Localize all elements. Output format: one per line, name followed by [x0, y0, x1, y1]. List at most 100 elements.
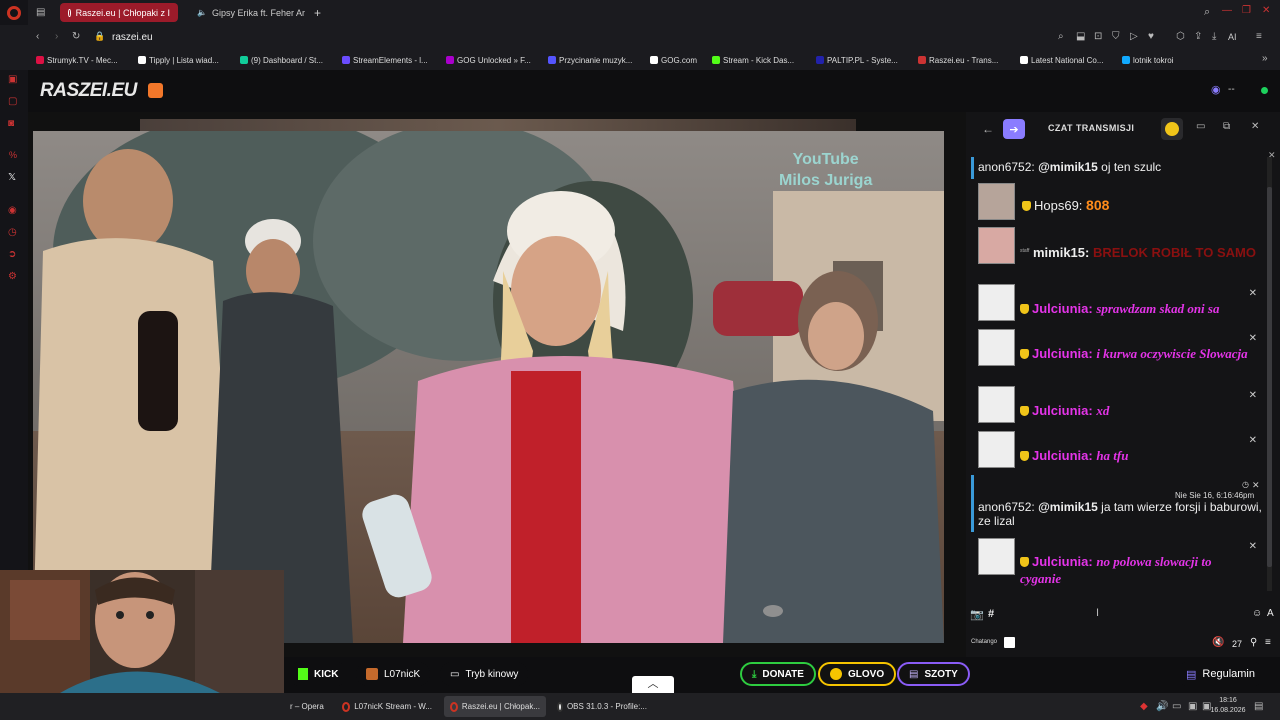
opera-logo-icon[interactable]	[7, 6, 21, 20]
chat-username[interactable]: Julciunia:	[1032, 301, 1093, 316]
bookmark-item[interactable]: Latest National Co...	[1020, 53, 1103, 67]
chat-username[interactable]: Julciunia:	[1032, 448, 1093, 463]
chat-input[interactable]: I	[1000, 600, 1250, 628]
discord-icon[interactable]: ▭	[1196, 121, 1205, 132]
bookmark-item[interactable]: Stream - Kick Das...	[712, 53, 794, 67]
bookmark-item[interactable]: (9) Dashboard / St...	[240, 53, 323, 67]
camera-icon[interactable]: 📷	[970, 608, 984, 621]
volume-icon[interactable]: 🔊	[1156, 701, 1168, 712]
snapshot-icon[interactable]: ⬓	[1076, 31, 1085, 42]
bookmark-item[interactable]: GOG Unlocked » F...	[446, 53, 531, 67]
cinema-mode-button[interactable]: ▭ Tryb kinowy	[440, 662, 529, 686]
coin-button[interactable]	[1161, 118, 1183, 140]
maximize-icon[interactable]: ❐	[1242, 5, 1251, 16]
bookmark-item[interactable]: PALTIP.PL - Syste...	[816, 53, 898, 67]
chat-forward-button[interactable]: ➔	[1003, 119, 1025, 139]
download-icon[interactable]: ⤓	[1212, 31, 1216, 42]
sidebar-percent-icon[interactable]: %	[9, 150, 17, 160]
shop-icon[interactable]	[148, 83, 163, 98]
tab-raszei[interactable]: Raszei.eu | Chłopaki z I	[60, 3, 178, 22]
zoom-icon[interactable]: ⌕	[1058, 31, 1064, 42]
delete-message-icon[interactable]: ✕	[1249, 288, 1257, 299]
chat-username[interactable]: Julciunia:	[1032, 554, 1093, 569]
sidebar-flow-icon[interactable]: ➲	[8, 249, 16, 260]
easy-setup-icon[interactable]: ⇪	[1194, 31, 1202, 42]
glovo-button[interactable]: GLOVO	[818, 662, 897, 686]
taskbar-item-raszei[interactable]: Raszei.eu | Chłopak...	[444, 696, 546, 717]
sidebar-x-icon[interactable]: 𝕏	[8, 172, 16, 183]
chat-back-icon[interactable]: ←	[982, 122, 994, 136]
popout-icon[interactable]: ⧉	[1223, 121, 1230, 132]
taskbar-item-kick-stream[interactable]: L07nicK Stream - W...	[336, 696, 438, 717]
extensions-icon[interactable]: ⬡	[1176, 31, 1185, 42]
bookmark-item[interactable]: Tipply | Lista wiad...	[138, 53, 219, 67]
taskbar-item-obs[interactable]: OBS 31.0.3 - Profile:...	[551, 696, 653, 717]
forward-icon[interactable]: ›	[55, 31, 58, 42]
chat-username[interactable]: Julciunia:	[1032, 346, 1093, 361]
emoji-icon[interactable]: ☺	[1252, 608, 1262, 619]
bookmarks-more-icon[interactable]: »	[1262, 53, 1268, 64]
chat-username[interactable]: Hops69:	[1034, 198, 1082, 213]
avatar[interactable]	[978, 284, 1015, 321]
sidebar-instagram-icon[interactable]: ◙	[8, 118, 14, 129]
tab-youtube[interactable]: 🔈 Gipsy Erika ft. Feher Ar	[184, 3, 306, 22]
sidebar-history-icon[interactable]: ◷	[8, 227, 17, 238]
chat-username[interactable]: anon6752:	[978, 500, 1035, 514]
notifications-icon[interactable]: ▤	[1254, 701, 1263, 712]
rules-button[interactable]: ▤ Regulamin	[1176, 662, 1265, 686]
back-icon[interactable]: ‹	[36, 31, 39, 42]
avatar[interactable]	[978, 227, 1015, 264]
mute-chat-icon[interactable]: 🔇	[1212, 637, 1224, 648]
chat-mention[interactable]: @mimik15	[1038, 160, 1098, 174]
kick-link[interactable]: KICK	[288, 662, 349, 686]
bookmark-item[interactable]: Raszei.eu - Trans...	[918, 53, 998, 67]
chat-username[interactable]: Julciunia:	[1032, 403, 1093, 418]
chat-close-icon[interactable]: ✕	[1251, 121, 1259, 132]
heart-icon[interactable]: ♥	[1148, 31, 1154, 42]
avatar[interactable]	[978, 431, 1015, 468]
avatar[interactable]	[978, 183, 1015, 220]
delete-message-icon[interactable]: ✕	[1252, 480, 1260, 491]
play-icon[interactable]: ▷	[1130, 31, 1138, 42]
reload-icon[interactable]: ↻	[72, 31, 80, 42]
video-player[interactable]: YouTube Milos Juriga	[33, 131, 944, 643]
hashtag-button[interactable]: #	[988, 608, 994, 620]
szoty-button[interactable]: ▤ SZOTY	[897, 662, 970, 686]
bookmark-item[interactable]: Strumyk.TV - Mec...	[36, 53, 118, 67]
taskbar-item-opera[interactable]: r – Opera	[284, 696, 330, 717]
bookmark-item[interactable]: Przycinanie muzyk...	[548, 53, 632, 67]
pin-icon[interactable]: ⊡	[1094, 31, 1102, 42]
taskbar-clock[interactable]: 18:16 16.08.2026	[1206, 696, 1250, 716]
avatar[interactable]	[978, 386, 1015, 423]
font-icon[interactable]: A	[1267, 608, 1274, 619]
bookmark-item[interactable]: StreamElements - l...	[342, 53, 428, 67]
avatar[interactable]	[978, 538, 1015, 575]
channel-link[interactable]: L07nicK	[356, 662, 431, 686]
delete-message-icon[interactable]: ✕	[1249, 333, 1257, 344]
sidebar-settings-icon[interactable]: ⚙	[8, 271, 17, 282]
chat-username[interactable]: mimik15:	[1033, 245, 1089, 260]
donate-button[interactable]: ⤓ DONATE	[740, 662, 816, 686]
chat-menu-icon[interactable]: ≡	[1265, 637, 1271, 648]
sidebar-lock-icon[interactable]: ▣	[8, 74, 17, 85]
minimize-icon[interactable]: —	[1222, 5, 1232, 16]
close-window-icon[interactable]: ✕	[1262, 5, 1270, 16]
menu-icon[interactable]: ≡	[1256, 31, 1262, 42]
bookmark-item[interactable]: GOG.com	[650, 53, 697, 67]
login-box-icon[interactable]	[1004, 637, 1015, 648]
tray-icon-1[interactable]: ▣	[1188, 701, 1197, 712]
pin-chat-icon[interactable]: ⚲	[1250, 637, 1257, 648]
shield-icon[interactable]: ⛉	[1112, 31, 1120, 42]
sidebar-player-icon[interactable]: ◉	[8, 205, 17, 216]
delete-message-icon[interactable]: ✕	[1249, 390, 1257, 401]
delete-message-icon[interactable]: ✕	[1249, 541, 1257, 552]
expand-chevron-up-icon[interactable]: ︿	[632, 676, 674, 693]
new-tab-button[interactable]: +	[310, 3, 328, 22]
delete-message-icon[interactable]: ✕	[1249, 435, 1257, 446]
tab-list-icon[interactable]: ▤	[36, 7, 45, 18]
site-logo[interactable]: RASZEI.EU	[40, 80, 137, 102]
chat-username[interactable]: anon6752:	[978, 160, 1035, 174]
chat-mention[interactable]: @mimik15	[1038, 500, 1098, 514]
avatar[interactable]	[978, 329, 1015, 366]
sidebar-messenger-icon[interactable]: ▢	[8, 96, 17, 107]
